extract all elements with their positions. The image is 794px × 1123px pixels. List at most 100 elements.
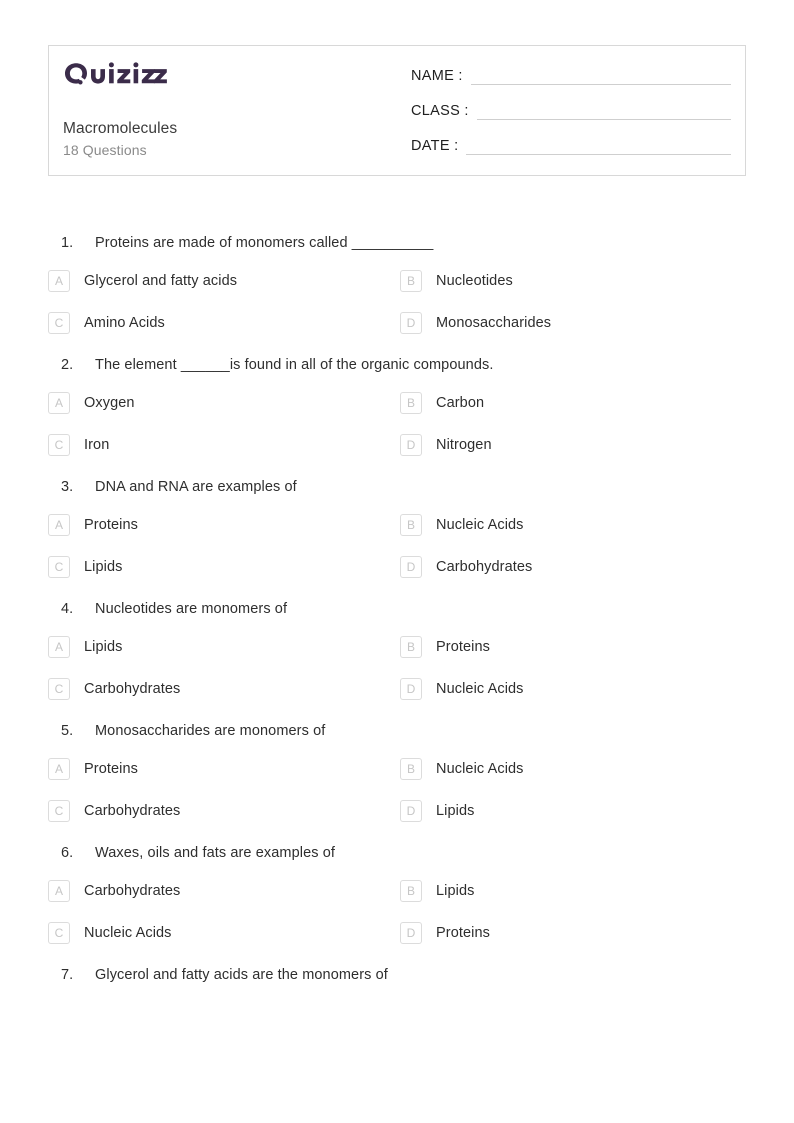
option-label: Carbohydrates	[84, 681, 181, 697]
answer-option-b[interactable]: B Nucleic Acids	[400, 758, 752, 780]
option-letter-badge: D	[400, 922, 422, 944]
worksheet-page: Macromolecules 18 Questions NAME : CLASS…	[0, 0, 794, 1123]
answer-options-grid: A Carbohydrates B Lipids C Nucleic Acids D Prot…	[0, 880, 794, 944]
date-field-label: DATE :	[411, 138, 459, 154]
option-letter-badge: B	[400, 880, 422, 902]
answer-option-d[interactable]: D Nucleic Acids	[400, 678, 752, 700]
answer-option-b[interactable]: B Lipids	[400, 880, 752, 902]
name-field-label: NAME :	[411, 68, 463, 84]
question-stem-row: 4. Nucleotides are monomers of	[0, 598, 794, 626]
question-stem-row: 5. Monosaccharides are monomers of	[0, 720, 794, 748]
quiz-question-count: 18 Questions	[63, 142, 147, 158]
answer-option-a[interactable]: A Glycerol and fatty acids	[48, 270, 400, 292]
answer-option-a[interactable]: A Proteins	[48, 514, 400, 536]
answer-option-c[interactable]: C Carbohydrates	[48, 678, 400, 700]
option-letter-badge: C	[48, 434, 70, 456]
question-block: 6. Waxes, oils and fats are examples of A C…	[0, 842, 794, 944]
option-label: Glycerol and fatty acids	[84, 273, 238, 289]
quiz-title: Macromolecules	[63, 120, 178, 137]
question-block: 7. Glycerol and fatty acids are the monom…	[0, 964, 794, 992]
option-letter-badge: B	[400, 392, 422, 414]
option-label: Amino Acids	[84, 315, 165, 331]
answer-option-c[interactable]: C Iron	[48, 434, 400, 456]
option-letter-badge: C	[48, 556, 70, 578]
option-label: Proteins	[436, 925, 490, 941]
option-label: Carbohydrates	[84, 803, 181, 819]
question-text: Monosaccharides are monomers of	[95, 723, 326, 739]
option-label: Nucleic Acids	[436, 761, 524, 777]
question-stem-row: 1. Proteins are made of monomers called _…	[0, 232, 794, 260]
question-number: 4.	[61, 601, 74, 617]
option-letter-badge: C	[48, 800, 70, 822]
answer-options-grid: A Lipids B Proteins C Carbohydrates D Nucleic A…	[0, 636, 794, 700]
question-text: Proteins are made of monomers called ___…	[95, 235, 434, 251]
answer-options-grid: A Glycerol and fatty acids B Nucleotides C Am…	[0, 270, 794, 334]
question-block: 1. Proteins are made of monomers called _…	[0, 232, 794, 334]
option-label: Oxygen	[84, 395, 135, 411]
answer-option-b[interactable]: B Proteins	[400, 636, 752, 658]
option-label: Nucleic Acids	[436, 517, 524, 533]
question-text: Nucleotides are monomers of	[95, 601, 288, 617]
question-text: The element ______is found in all of the…	[95, 357, 494, 373]
name-input-line[interactable]	[470, 68, 731, 85]
option-label: Carbon	[436, 395, 485, 411]
answer-option-d[interactable]: D Lipids	[400, 800, 752, 822]
class-field-label: CLASS :	[411, 103, 469, 119]
option-label: Proteins	[84, 761, 138, 777]
answer-options-grid: A Oxygen B Carbon C Iron D Nitrogen	[0, 392, 794, 456]
answer-option-a[interactable]: A Oxygen	[48, 392, 400, 414]
option-letter-badge: A	[48, 758, 70, 780]
question-text: Waxes, oils and fats are examples of	[95, 845, 336, 861]
answer-option-c[interactable]: C Nucleic Acids	[48, 922, 400, 944]
question-stem-row: 6. Waxes, oils and fats are examples of	[0, 842, 794, 870]
answer-option-c[interactable]: C Amino Acids	[48, 312, 400, 334]
question-block: 3. DNA and RNA are examples of A Proteins B N…	[0, 476, 794, 578]
date-field-row: DATE :	[411, 133, 731, 155]
question-number: 7.	[61, 967, 74, 983]
answer-option-d[interactable]: D Carbohydrates	[400, 556, 752, 578]
option-label: Carbohydrates	[84, 883, 181, 899]
question-text: Glycerol and fatty acids are the monomer…	[95, 967, 388, 983]
answer-option-d[interactable]: D Nitrogen	[400, 434, 752, 456]
question-block: 5. Monosaccharides are monomers of A Protei…	[0, 720, 794, 822]
answer-option-c[interactable]: C Lipids	[48, 556, 400, 578]
answer-option-d[interactable]: D Monosaccharides	[400, 312, 752, 334]
question-text: DNA and RNA are examples of	[95, 479, 297, 495]
answer-option-b[interactable]: B Nucleic Acids	[400, 514, 752, 536]
option-label: Nitrogen	[436, 437, 492, 453]
question-number: 3.	[61, 479, 74, 495]
option-label: Monosaccharides	[436, 315, 552, 331]
question-number: 1.	[61, 235, 74, 251]
option-letter-badge: D	[400, 312, 422, 334]
option-letter-badge: A	[48, 392, 70, 414]
student-info-fields: NAME : CLASS : DATE :	[411, 46, 745, 175]
answer-option-a[interactable]: A Proteins	[48, 758, 400, 780]
option-letter-badge: C	[48, 922, 70, 944]
question-stem-row: 7. Glycerol and fatty acids are the monom…	[0, 964, 794, 992]
option-label: Lipids	[436, 803, 475, 819]
option-label: Lipids	[436, 883, 475, 899]
option-letter-badge: D	[400, 800, 422, 822]
option-letter-badge: B	[400, 514, 422, 536]
option-letter-badge: C	[48, 312, 70, 334]
answer-option-d[interactable]: D Proteins	[400, 922, 752, 944]
question-number: 2.	[61, 357, 74, 373]
answer-options-grid: A Proteins B Nucleic Acids C Carbohydrates D Li…	[0, 758, 794, 822]
option-label: Lipids	[84, 639, 123, 655]
question-number: 5.	[61, 723, 74, 739]
answer-option-b[interactable]: B Nucleotides	[400, 270, 752, 292]
quizizz-logo	[63, 62, 411, 86]
option-letter-badge: A	[48, 880, 70, 902]
question-block: 4. Nucleotides are monomers of A Lipids B Pro…	[0, 598, 794, 700]
answer-option-a[interactable]: A Carbohydrates	[48, 880, 400, 902]
question-number: 6.	[61, 845, 74, 861]
date-input-line[interactable]	[466, 138, 731, 155]
answer-options-grid: A Proteins B Nucleic Acids C Lipids D Carbohydr…	[0, 514, 794, 578]
class-input-line[interactable]	[476, 103, 731, 120]
answer-option-a[interactable]: A Lipids	[48, 636, 400, 658]
answer-option-b[interactable]: B Carbon	[400, 392, 752, 414]
question-stem-row: 3. DNA and RNA are examples of	[0, 476, 794, 504]
question-stem-row: 2. The element ______is found in all of t…	[0, 354, 794, 382]
question-block: 2. The element ______is found in all of t…	[0, 354, 794, 456]
answer-option-c[interactable]: C Carbohydrates	[48, 800, 400, 822]
